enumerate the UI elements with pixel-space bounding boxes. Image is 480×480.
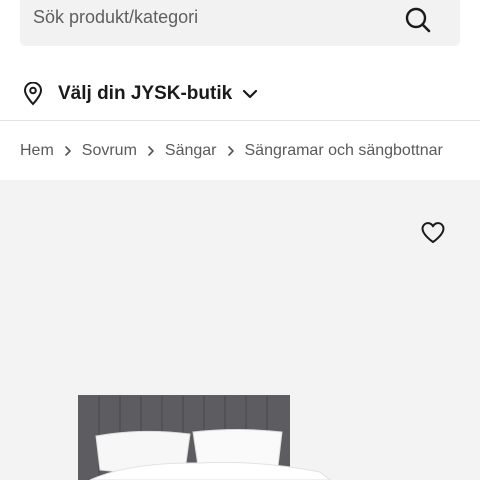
bed-product-image bbox=[78, 395, 331, 480]
breadcrumb-item-hem[interactable]: Hem bbox=[20, 142, 54, 160]
location-pin-icon bbox=[23, 82, 43, 106]
store-selector-row: Välj din JYSK-butik bbox=[0, 72, 480, 116]
store-selector[interactable]: Välj din JYSK-butik bbox=[22, 82, 258, 106]
search-icon bbox=[405, 7, 431, 33]
chevron-right-icon bbox=[64, 145, 72, 157]
chevron-right-icon bbox=[147, 145, 155, 157]
breadcrumb: Hem Sovrum Sängar Sängramar och sängbott… bbox=[20, 140, 443, 162]
breadcrumb-item-sovrum[interactable]: Sovrum bbox=[82, 142, 137, 160]
product-image-area bbox=[0, 180, 480, 480]
chevron-right-icon bbox=[227, 145, 235, 157]
search-input[interactable] bbox=[33, 0, 393, 34]
search-bar bbox=[20, 0, 460, 46]
chevron-down-icon bbox=[242, 89, 258, 99]
divider bbox=[0, 120, 480, 121]
search-button[interactable] bbox=[400, 2, 436, 38]
store-selector-label: Välj din JYSK-butik bbox=[58, 83, 233, 104]
breadcrumb-item-sangramar[interactable]: Sängramar och sängbottnar bbox=[245, 142, 443, 160]
breadcrumb-item-sangar[interactable]: Sängar bbox=[165, 142, 217, 160]
